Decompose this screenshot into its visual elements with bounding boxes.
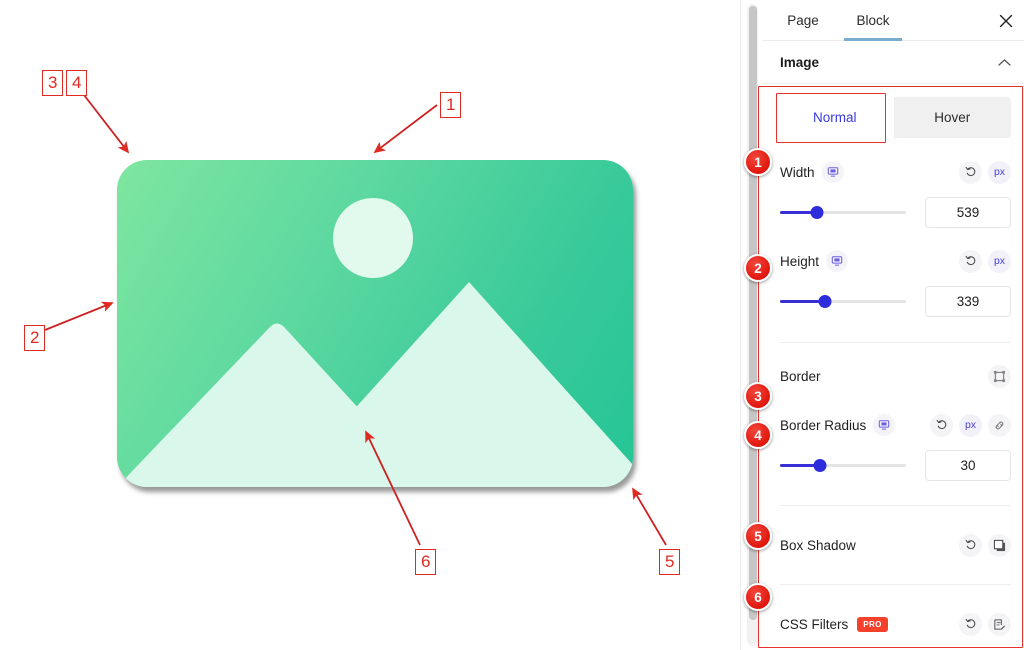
tab-page-label: Page	[787, 12, 819, 28]
border-radius-slider[interactable]	[780, 458, 906, 472]
reset-icon[interactable]	[959, 612, 982, 636]
width-label: Width	[780, 164, 815, 180]
desktop-icon[interactable]	[826, 250, 849, 272]
tab-block[interactable]: Block	[842, 0, 904, 41]
editor-canvas: 3 4 1 2 6 5	[0, 0, 740, 650]
border-radius-slider-row: 30	[762, 442, 1024, 488]
control-row-width: Width px	[762, 155, 1024, 189]
state-toggle: Normal Hover	[776, 97, 1011, 138]
width-slider-row: 539	[762, 189, 1024, 235]
step-badge-4: 4	[744, 421, 772, 449]
divider	[780, 505, 1011, 506]
unit-px-height[interactable]: px	[988, 249, 1011, 273]
control-row-css-filters: CSS Filters PRO	[762, 607, 1024, 641]
tab-block-label: Block	[856, 12, 890, 28]
unit-px-border-radius[interactable]: px	[959, 413, 982, 437]
reset-icon[interactable]	[959, 533, 982, 557]
step-badge-3: 3	[744, 382, 772, 410]
settings-panel: Page Block Image Normal Hover Width px 5…	[740, 0, 1024, 650]
step-badge-6: 6	[744, 583, 772, 611]
control-row-box-shadow: Box Shadow	[762, 528, 1024, 562]
image-placeholder-icon	[117, 198, 633, 487]
divider	[780, 342, 1011, 343]
height-slider[interactable]	[780, 294, 906, 308]
canvas-annotation-2: 2	[24, 325, 46, 351]
state-normal-label: Normal	[812, 110, 857, 125]
desktop-icon[interactable]	[821, 161, 844, 183]
height-slider-row: 339	[762, 278, 1024, 324]
width-slider-thumb[interactable]	[810, 205, 824, 219]
state-hover-button[interactable]: Hover	[893, 97, 1011, 138]
control-row-height: Height px	[762, 244, 1024, 278]
link-icon[interactable]	[988, 413, 1011, 437]
reset-icon[interactable]	[959, 249, 982, 273]
width-slider[interactable]	[780, 205, 906, 219]
css-filters-label: CSS Filters	[780, 616, 849, 632]
close-icon[interactable]	[995, 10, 1017, 32]
height-slider-thumb[interactable]	[818, 294, 832, 308]
desktop-icon[interactable]	[873, 414, 896, 436]
canvas-annotation-4: 4	[66, 70, 88, 96]
border-radius-input[interactable]: 30	[925, 449, 1011, 481]
reset-icon[interactable]	[930, 413, 953, 437]
step-badge-2: 2	[744, 254, 772, 282]
chevron-up-icon[interactable]	[998, 55, 1011, 70]
border-radius-label: Border Radius	[780, 417, 867, 433]
screenshot-root: 3 4 1 2 6 5 Page Block Image Normal Hove…	[0, 0, 1024, 650]
height-input[interactable]: 339	[925, 285, 1011, 317]
divider	[780, 584, 1011, 585]
pro-badge: PRO	[857, 616, 888, 632]
height-label: Height	[780, 253, 820, 269]
step-badge-1: 1	[744, 148, 772, 176]
unit-px-width[interactable]: px	[988, 160, 1011, 184]
state-normal-button[interactable]: Normal	[776, 97, 894, 138]
reset-icon[interactable]	[959, 160, 982, 184]
width-input[interactable]: 539	[925, 196, 1011, 228]
canvas-annotation-1: 1	[440, 92, 462, 118]
section-header-image[interactable]: Image	[762, 41, 1024, 84]
image-placeholder-block[interactable]	[117, 160, 633, 487]
filters-edit-icon[interactable]	[988, 612, 1011, 636]
box-shadow-icon[interactable]	[988, 533, 1011, 557]
canvas-annotation-6: 6	[415, 549, 437, 575]
panel-content: Page Block Image Normal Hover Width px 5…	[762, 0, 1024, 650]
border-box-icon[interactable]	[988, 364, 1011, 388]
state-hover-label: Hover	[934, 110, 971, 125]
step-badge-5: 5	[744, 522, 772, 550]
border-label: Border	[780, 368, 821, 384]
section-title: Image	[780, 54, 820, 70]
control-row-border-radius: Border Radius px	[762, 408, 1024, 442]
panel-tabs: Page Block	[762, 0, 1024, 41]
box-shadow-label: Box Shadow	[780, 537, 856, 553]
control-row-border: Border	[762, 359, 1024, 393]
border-radius-slider-thumb[interactable]	[813, 458, 827, 472]
canvas-annotation-5: 5	[659, 549, 681, 575]
tab-page[interactable]: Page	[772, 0, 834, 41]
canvas-annotation-3: 3	[42, 70, 64, 96]
